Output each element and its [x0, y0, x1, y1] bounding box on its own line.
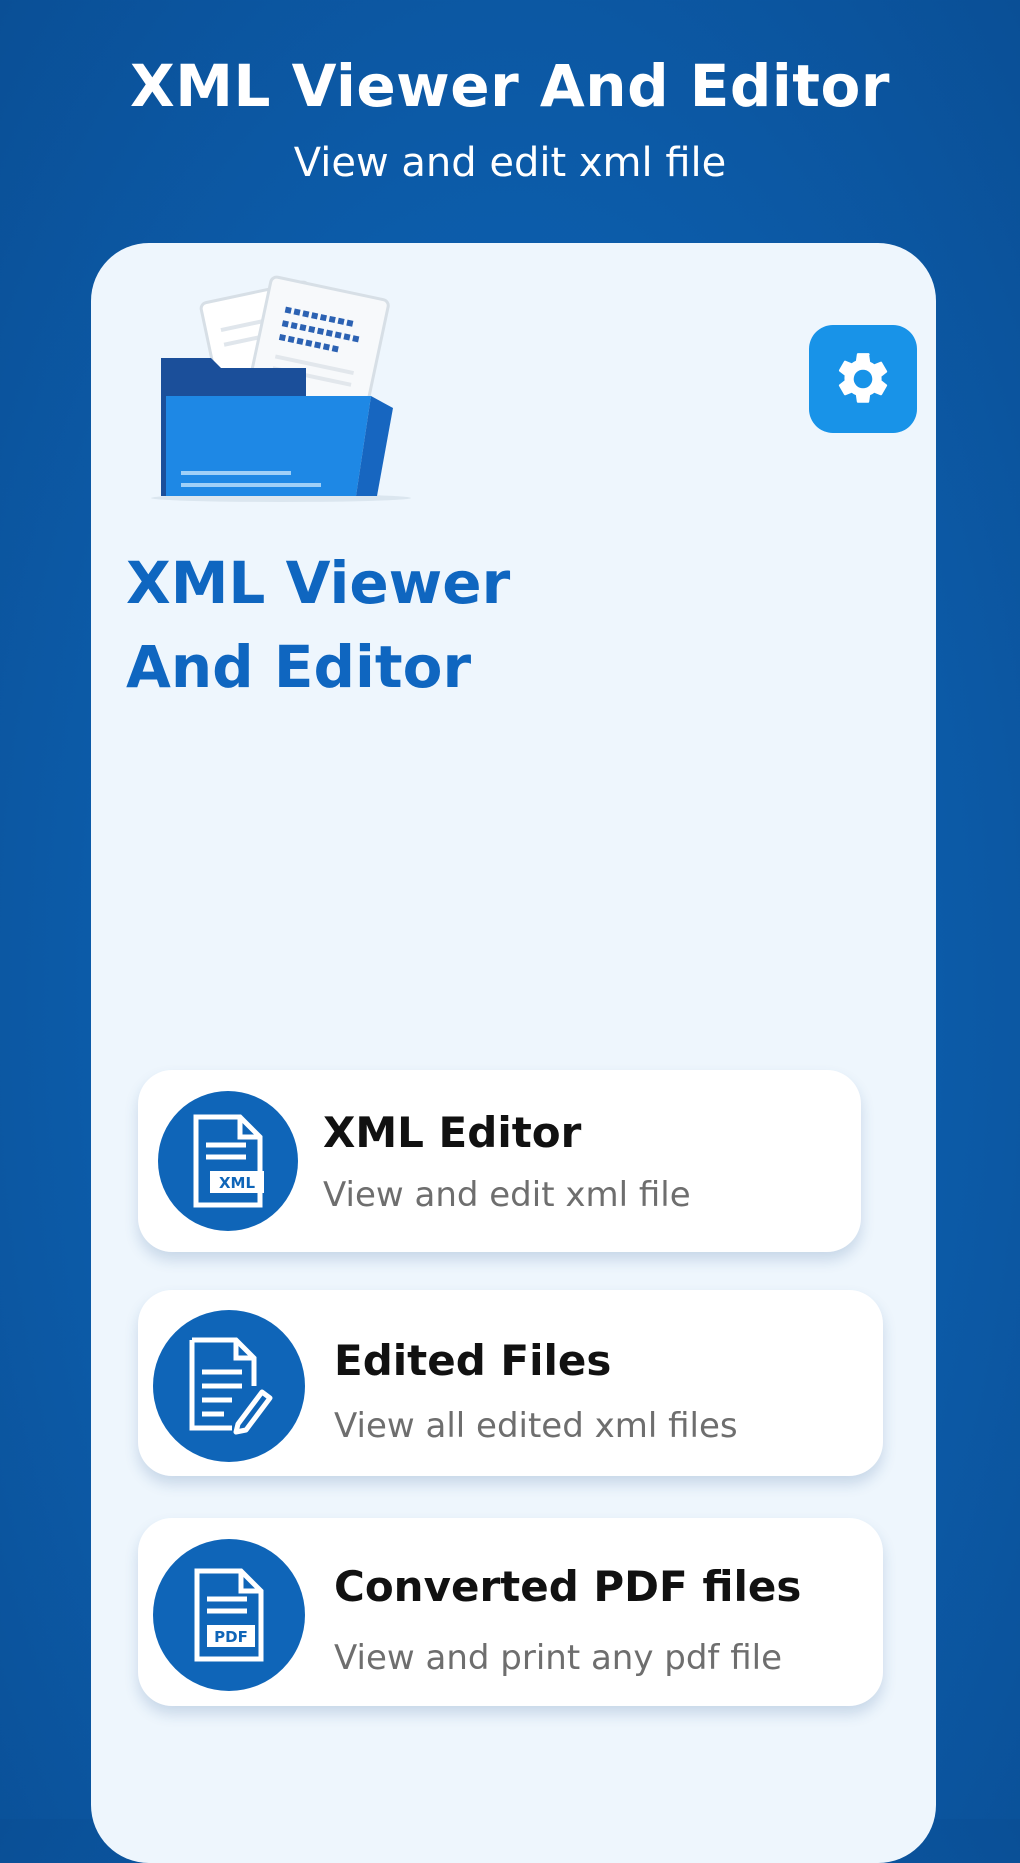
app-name: XML Viewer And Editor — [126, 541, 646, 709]
converted-pdf-subtitle: View and print any pdf file — [334, 1638, 782, 1678]
xml-badge-text: XML — [219, 1174, 255, 1192]
app-name-line2: And Editor — [126, 633, 472, 701]
xml-editor-subtitle: View and edit xml file — [323, 1175, 691, 1215]
xml-editor-title: XML Editor — [323, 1108, 582, 1157]
converted-pdf-title: Converted PDF files — [334, 1562, 802, 1611]
gear-icon — [838, 353, 888, 403]
folder-documents-icon — [131, 268, 431, 508]
xml-editor-button[interactable]: XML XML Editor View and edit xml file — [138, 1070, 861, 1252]
promo-header: XML Viewer And Editor View and edit xml … — [0, 0, 1020, 230]
pdf-document-icon: PDF — [153, 1539, 305, 1691]
edited-files-button[interactable]: Edited Files View all edited xml files — [138, 1290, 883, 1476]
edited-files-subtitle: View all edited xml files — [334, 1406, 738, 1446]
settings-button[interactable] — [809, 325, 917, 433]
xml-document-icon: XML — [158, 1091, 298, 1231]
edited-files-title: Edited Files — [334, 1336, 612, 1385]
promo-subtitle: View and edit xml file — [293, 140, 727, 186]
promo-title: XML Viewer And Editor — [130, 52, 890, 120]
converted-pdf-button[interactable]: PDF Converted PDF files View and print a… — [138, 1518, 883, 1706]
app-name-line1: XML Viewer — [126, 549, 511, 617]
pdf-badge-text: PDF — [214, 1628, 248, 1646]
app-screen: XML Viewer And Editor XML XML Editor Vie… — [91, 243, 936, 1863]
edit-document-icon — [153, 1310, 305, 1462]
